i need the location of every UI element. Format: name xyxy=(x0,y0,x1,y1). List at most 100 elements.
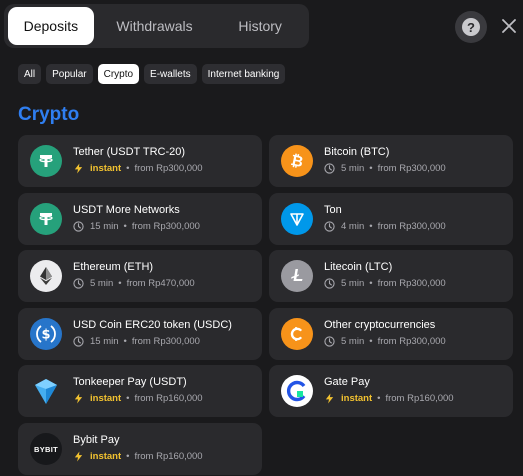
method-limit: from Rp300,000 xyxy=(131,221,200,232)
method-card-tether-trc20[interactable]: Tether (USDT TRC-20) instant • from Rp30… xyxy=(18,135,262,187)
close-icon[interactable] xyxy=(498,15,520,37)
clock-icon xyxy=(73,278,84,289)
method-speed: instant xyxy=(341,393,373,404)
crypto-icon xyxy=(281,318,313,350)
method-card-tonkeeper-pay[interactable]: Tonkeeper Pay (USDT) instant • from Rp16… xyxy=(18,365,262,417)
method-speed: instant xyxy=(90,451,122,462)
method-speed: 4 min xyxy=(341,221,365,232)
separator-dot: • xyxy=(123,336,127,347)
section-title: Crypto xyxy=(18,104,80,125)
svg-text:$: $ xyxy=(41,328,50,343)
ethereum-icon xyxy=(30,260,62,292)
method-card-ton[interactable]: Ton 4 min • from Rp300,000 xyxy=(269,193,513,245)
method-meta: instant • from Rp160,000 xyxy=(73,393,203,404)
bybit-logo-text: BYBIT xyxy=(34,444,58,454)
clock-icon xyxy=(73,221,84,232)
method-speed: instant xyxy=(90,163,122,174)
separator-dot: • xyxy=(123,221,127,232)
method-name: USDT More Networks xyxy=(73,204,180,216)
method-speed: 5 min xyxy=(341,278,365,289)
filter-bar: All Popular Crypto E-wallets Internet ba… xyxy=(18,64,286,84)
method-limit: from Rp300,000 xyxy=(134,163,203,174)
method-speed: 5 min xyxy=(341,336,365,347)
tonkeeper-icon xyxy=(30,375,62,407)
tab-history[interactable]: History xyxy=(215,7,305,45)
method-name: Other cryptocurrencies xyxy=(324,319,436,331)
separator-dot: • xyxy=(118,278,122,289)
method-meta: 5 min • from Rp300,000 xyxy=(324,278,446,289)
method-card-litecoin[interactable]: Litecoin (LTC) 5 min • from Rp300,000 xyxy=(269,250,513,302)
method-limit: from Rp300,000 xyxy=(377,221,446,232)
method-speed: 15 min xyxy=(90,221,119,232)
bolt-icon xyxy=(73,451,84,462)
method-name: Bybit Pay xyxy=(73,434,120,446)
tether-icon xyxy=(30,203,62,235)
method-meta: instant • from Rp160,000 xyxy=(73,451,203,462)
method-meta: 5 min • from Rp470,000 xyxy=(73,278,195,289)
filter-internet-banking[interactable]: Internet banking xyxy=(201,64,286,84)
method-name: Gate Pay xyxy=(324,376,370,388)
bitcoin-icon: ₿ xyxy=(281,145,313,177)
method-speed: 5 min xyxy=(90,278,114,289)
clock-icon xyxy=(73,336,84,347)
method-meta: instant • from Rp160,000 xyxy=(324,393,454,404)
method-limit: from Rp300,000 xyxy=(131,336,200,347)
method-name: USD Coin ERC20 token (USDC) xyxy=(73,319,232,331)
bolt-icon xyxy=(73,163,84,174)
method-card-other-crypto[interactable]: Other cryptocurrencies 5 min • from Rp30… xyxy=(269,308,513,360)
ton-icon xyxy=(281,203,313,235)
method-speed: 5 min xyxy=(341,163,365,174)
method-name: Tonkeeper Pay (USDT) xyxy=(73,376,187,388)
separator-dot: • xyxy=(369,221,373,232)
method-meta: 5 min • from Rp300,000 xyxy=(324,163,446,174)
method-meta: instant • from Rp300,000 xyxy=(73,163,203,174)
tab-withdrawals[interactable]: Withdrawals xyxy=(94,7,216,45)
method-card-usdt-networks[interactable]: USDT More Networks 15 min • from Rp300,0… xyxy=(18,193,262,245)
separator-dot: • xyxy=(369,336,373,347)
separator-dot: • xyxy=(126,393,130,404)
usdc-icon: $ xyxy=(30,318,62,350)
method-meta: 15 min • from Rp300,000 xyxy=(73,336,200,347)
separator-dot: • xyxy=(369,278,373,289)
filter-all[interactable]: All xyxy=(18,64,42,84)
deposit-tabs: Deposits Withdrawals History xyxy=(4,4,309,48)
method-meta: 4 min • from Rp300,000 xyxy=(324,221,446,232)
bybit-icon: BYBIT xyxy=(30,433,62,465)
method-limit: from Rp160,000 xyxy=(134,393,203,404)
method-speed: instant xyxy=(90,393,122,404)
method-name: Ethereum (ETH) xyxy=(73,261,154,273)
method-card-usdc[interactable]: $ USD Coin ERC20 token (USDC) 15 min • f… xyxy=(18,308,262,360)
method-limit: from Rp160,000 xyxy=(134,451,203,462)
method-card-bybit-pay[interactable]: BYBIT Bybit Pay instant • from Rp160,000 xyxy=(18,423,262,475)
separator-dot: • xyxy=(126,163,130,174)
bolt-icon xyxy=(324,393,335,404)
clock-icon xyxy=(324,163,335,174)
gate-icon xyxy=(281,375,313,407)
svg-text:₿: ₿ xyxy=(289,151,305,171)
filter-popular[interactable]: Popular xyxy=(46,64,93,84)
method-meta: 5 min • from Rp300,000 xyxy=(324,336,446,347)
method-limit: from Rp300,000 xyxy=(377,278,446,289)
method-speed: 15 min xyxy=(90,336,119,347)
separator-dot: • xyxy=(377,393,381,404)
clock-icon xyxy=(324,278,335,289)
filter-e-wallets[interactable]: E-wallets xyxy=(144,64,197,84)
method-card-ethereum[interactable]: Ethereum (ETH) 5 min • from Rp470,000 xyxy=(18,250,262,302)
method-limit: from Rp160,000 xyxy=(385,393,454,404)
litecoin-icon xyxy=(281,260,313,292)
tether-icon xyxy=(30,145,62,177)
filter-crypto[interactable]: Crypto xyxy=(97,64,140,84)
help-icon: ? xyxy=(462,18,480,36)
method-limit: from Rp300,000 xyxy=(377,336,446,347)
help-button[interactable]: ? xyxy=(455,11,487,43)
method-meta: 15 min • from Rp300,000 xyxy=(73,221,200,232)
method-card-gate-pay[interactable]: Gate Pay instant • from Rp160,000 xyxy=(269,365,513,417)
separator-dot: • xyxy=(369,163,373,174)
method-name: Litecoin (LTC) xyxy=(324,261,393,273)
method-name: Ton xyxy=(324,204,342,216)
clock-icon xyxy=(324,221,335,232)
method-card-bitcoin[interactable]: ₿ Bitcoin (BTC) 5 min • from Rp300,000 xyxy=(269,135,513,187)
method-limit: from Rp470,000 xyxy=(126,278,195,289)
tab-deposits[interactable]: Deposits xyxy=(8,7,94,45)
separator-dot: • xyxy=(126,451,130,462)
